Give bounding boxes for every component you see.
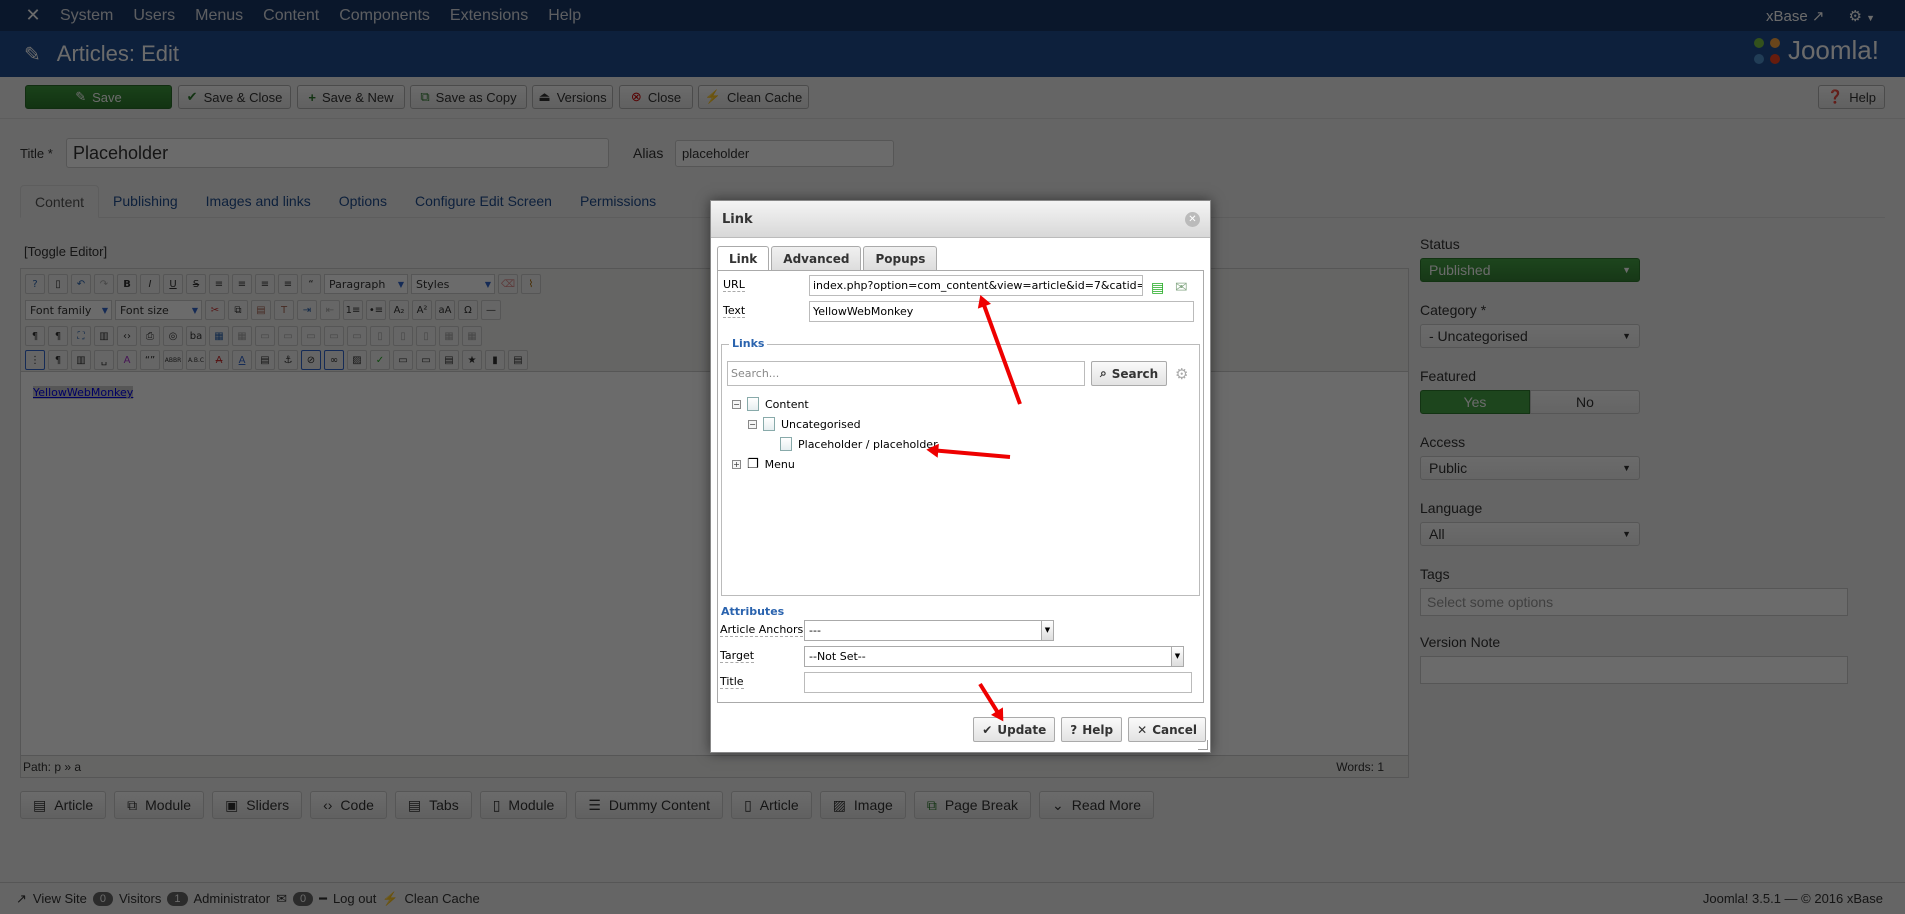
link-title-label: Title <box>720 675 744 689</box>
link-search-input[interactable]: Search... <box>727 361 1085 386</box>
check-icon: ✔ <box>982 722 993 737</box>
target-label: Target <box>720 649 755 663</box>
tree-node-menu[interactable]: + ❐ Menu <box>732 457 795 472</box>
expand-icon[interactable]: + <box>732 460 741 469</box>
cancel-button[interactable]: ✕ Cancel <box>1128 717 1206 742</box>
dialog-title: Link <box>722 211 753 227</box>
dialog-tab-link[interactable]: Link <box>717 246 770 271</box>
dropdown-arrow-icon: ▼ <box>1041 620 1053 640</box>
resize-handle-icon[interactable] <box>1198 740 1208 750</box>
dialog-tab-popups[interactable]: Popups <box>863 246 938 270</box>
dialog-header: Link <box>711 201 1210 238</box>
text-label: Text <box>723 304 746 318</box>
folder-docs-icon <box>747 397 759 411</box>
target-select[interactable]: --Not Set-- ▼ <box>804 645 1184 667</box>
link-dialog: Link ✕ Link Advanced Popups URL index.ph… <box>710 200 1211 753</box>
dialog-actions: ✔ Update ? Help ✕ Cancel <box>973 717 1206 742</box>
links-legend: Links <box>729 337 768 350</box>
search-icon: ⌕ <box>1100 366 1107 380</box>
email-link-icon[interactable]: ✉ <box>1175 278 1188 296</box>
tree-node-article[interactable]: Placeholder / placeholder <box>780 437 938 451</box>
dialog-tab-advanced[interactable]: Advanced <box>771 246 862 270</box>
browse-link-icon[interactable]: ▤ <box>1151 280 1164 296</box>
menu-stack-icon: ❐ <box>747 457 759 472</box>
url-label: URL <box>723 278 745 292</box>
url-input[interactable]: index.php?option=com_content&view=articl… <box>809 274 1143 296</box>
gear-icon[interactable]: ⚙ <box>1175 365 1188 383</box>
link-title-input[interactable] <box>804 671 1192 693</box>
tree-node-uncategorised[interactable]: − Uncategorised <box>748 417 861 431</box>
update-button[interactable]: ✔ Update <box>973 717 1056 742</box>
document-icon <box>780 437 792 451</box>
dialog-tabs: Link Advanced Popups <box>717 246 938 271</box>
collapse-icon[interactable]: − <box>732 399 741 409</box>
question-icon: ? <box>1070 722 1078 737</box>
article-anchors-label: Article Anchors <box>720 623 804 637</box>
close-icon: ✕ <box>1137 722 1148 737</box>
tree-node-content[interactable]: − Content <box>732 397 809 411</box>
dialog-close-icon[interactable]: ✕ <box>1185 212 1200 227</box>
article-anchors-select[interactable]: --- ▼ <box>804 619 1054 641</box>
link-tab-panel: URL index.php?option=com_content&view=ar… <box>717 270 1204 703</box>
link-search-button[interactable]: ⌕ Search <box>1091 361 1168 386</box>
text-input[interactable]: YellowWebMonkey <box>809 300 1194 322</box>
dropdown-arrow-icon: ▼ <box>1171 646 1183 666</box>
attributes-legend: Attributes <box>721 605 785 618</box>
collapse-icon[interactable]: − <box>748 419 757 429</box>
folder-docs-icon <box>763 417 775 431</box>
links-fieldset: Links Search... ⌕ Search ⚙ − Content − Un… <box>721 337 1200 596</box>
dialog-help-button[interactable]: ? Help <box>1061 717 1123 742</box>
